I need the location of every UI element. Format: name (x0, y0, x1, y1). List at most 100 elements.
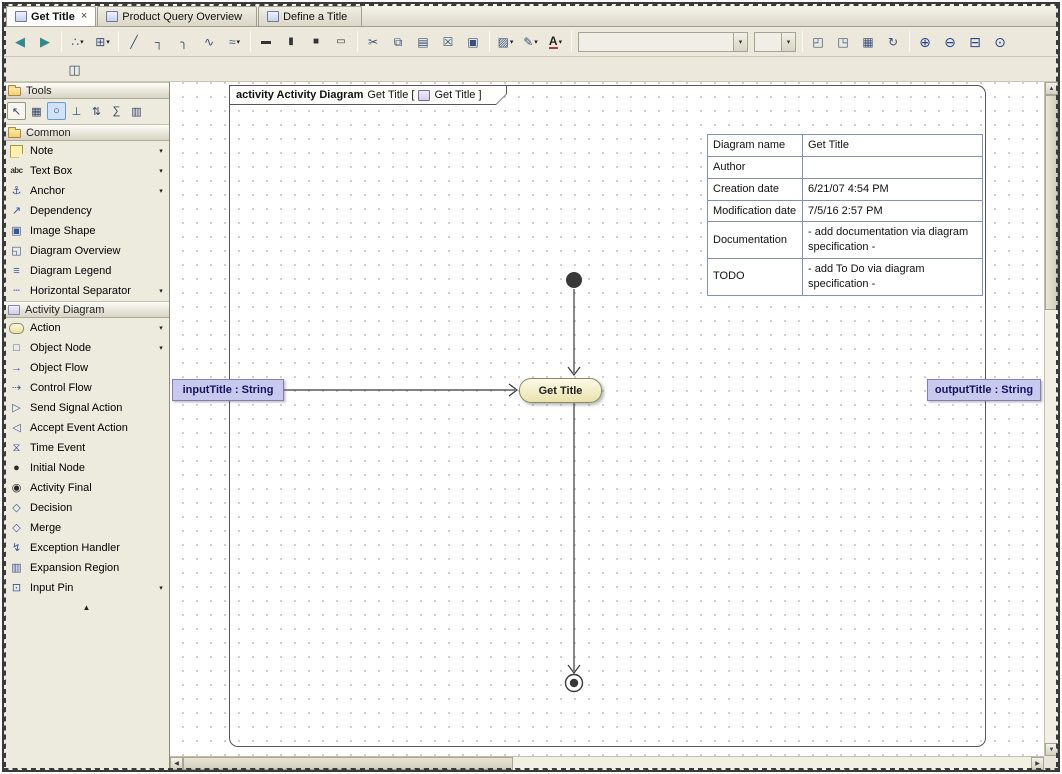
rectilinear-path-button[interactable]: ┐ (148, 30, 171, 53)
palette-item-send-signal-action[interactable]: ▷ Send Signal Action (4, 398, 169, 418)
activity-parameter-output-title[interactable]: outputTitle : String (927, 379, 1041, 401)
diagram-canvas[interactable]: activity Activity Diagram Get Title [ Ge… (170, 82, 1044, 756)
palette-item-label: Accept Event Action (30, 422, 150, 434)
palette-item-icon: ▣ (9, 226, 24, 237)
palette-item-merge[interactable]: ◇ Merge (4, 518, 169, 538)
palette-section-activity-diagram[interactable]: Activity Diagram (4, 301, 169, 318)
tab-close-icon[interactable]: × (81, 11, 87, 22)
button-icon: ◰ (812, 36, 823, 48)
make-same-size-button[interactable]: ■ (305, 30, 328, 53)
diagram-properties-combobox[interactable]: ▾ (578, 32, 748, 52)
palette-item-note[interactable]: Note ▾ (4, 141, 169, 161)
zoom-actual-button[interactable]: ⊙ (989, 30, 1012, 53)
zoom-out-button[interactable]: ⊖ (939, 30, 962, 53)
palette-item-icon (9, 323, 24, 334)
action-get-title[interactable]: Get Title (519, 378, 602, 403)
tab-product-query-overview[interactable]: Product Query Overview (97, 6, 257, 26)
chevron-down-icon[interactable]: ▾ (733, 33, 747, 51)
control-flow-initial-to-action[interactable] (568, 289, 580, 375)
align-tool-button[interactable]: ⇅ (87, 102, 106, 120)
control-flow-action-to-final[interactable] (568, 403, 580, 673)
vertical-scrollbar[interactable]: ▲ ▼ (1044, 82, 1058, 756)
button-icon: ⊖ (944, 35, 956, 49)
magnet-tool-button[interactable]: ⊥ (67, 102, 86, 120)
back-button[interactable]: ◀ (9, 30, 32, 53)
copy-button[interactable]: ⧉ (387, 30, 410, 53)
line-color-button[interactable]: ✎▾ (519, 30, 542, 53)
cut-button[interactable]: ✂ (362, 30, 385, 53)
horizontal-scrollbar[interactable]: ◀ ▶ (170, 756, 1044, 770)
environment-combobox[interactable]: ▾ (754, 32, 796, 52)
toolbar-left-group: ◀ ▶ ∴▾ ⊞▾ ╱ ┐ ╮ ∿ (8, 27, 575, 56)
palette-item-anchor[interactable]: ⚓ Anchor ▾ (4, 181, 169, 201)
zoom-in-button[interactable]: ⊕ (914, 30, 937, 53)
horizontal-scroll-thumb[interactable] (183, 757, 513, 770)
initial-node[interactable] (566, 272, 582, 288)
object-flow-input-to-action[interactable] (284, 384, 517, 396)
palette-item-expansion-region[interactable]: ▥ Expansion Region (4, 558, 169, 578)
select-tool-button[interactable]: ↖ (7, 102, 26, 120)
palette-item-text-box[interactable]: abc Text Box ▾ (4, 161, 169, 181)
palette-item-image-shape[interactable]: ▣ Image Shape (4, 221, 169, 241)
diagram-tree-button[interactable]: ◫ (63, 58, 86, 81)
palette-item-action[interactable]: Action ▾ (4, 318, 169, 338)
forward-button[interactable]: ▶ (34, 30, 57, 53)
layout-hierarchic-button[interactable]: ∴▾ (66, 30, 89, 53)
font-color-button[interactable]: A▾ (544, 30, 567, 53)
refresh-diagram-button[interactable]: ↻ (882, 30, 905, 53)
chevron-down-icon[interactable]: ▾ (781, 33, 795, 51)
rounded-path-button[interactable]: ╮ (173, 30, 196, 53)
bezier-path-button[interactable]: ∿ (198, 30, 221, 53)
swimlane-tool-button[interactable]: ▥ (127, 102, 146, 120)
activity-parameter-input-title[interactable]: inputTitle : String (172, 379, 284, 401)
chevron-down-icon: ▾ (237, 38, 241, 46)
palette-item-accept-event-action[interactable]: ◁ Accept Event Action (4, 418, 169, 438)
delete-button[interactable]: ☒ (437, 30, 460, 53)
palette-item-exception-handler[interactable]: ↯ Exception Handler (4, 538, 169, 558)
spline-path-button[interactable]: ≈▾ (223, 30, 246, 53)
palette-item-decision[interactable]: ◇ Decision (4, 498, 169, 518)
shape-tool-button[interactable]: ▦ (27, 102, 46, 120)
scroll-left-button[interactable]: ◀ (170, 757, 183, 770)
paste-button[interactable]: ▤ (412, 30, 435, 53)
palette-item-initial-node[interactable]: ● Initial Node (4, 458, 169, 478)
send-to-back-button[interactable]: ◳ (832, 30, 855, 53)
oval-shape-tool-button[interactable]: ○ (47, 102, 66, 120)
palette-item-object-node[interactable]: □ Object Node ▾ (4, 338, 169, 358)
distribute-tool-button[interactable]: ∑ (107, 102, 126, 120)
palette-tool-row: ↖▦○⊥⇅∑▥ (4, 99, 169, 124)
layout-orthogonal-button[interactable]: ⊞▾ (91, 30, 114, 53)
palette-item-time-event[interactable]: ⧖ Time Event (4, 438, 169, 458)
bring-to-front-button[interactable]: ◰ (807, 30, 830, 53)
button-icon: ⧉ (394, 36, 403, 48)
palette-section-common[interactable]: Common (4, 124, 169, 141)
palette-section-tools[interactable]: Tools (4, 82, 169, 99)
palette-item-object-flow[interactable]: → Object Flow (4, 358, 169, 378)
palette-item-control-flow[interactable]: ⇢ Control Flow (4, 378, 169, 398)
palette-item-input-pin[interactable]: ⊡ Input Pin ▾ (4, 578, 169, 598)
palette-section-label: Common (26, 127, 71, 139)
fill-color-button[interactable]: ▨▾ (494, 30, 517, 53)
button-icon: ▨ (498, 36, 509, 48)
scroll-right-button[interactable]: ▶ (1031, 757, 1044, 770)
autosize-button[interactable]: ▭ (330, 30, 353, 53)
scroll-up-button[interactable]: ▲ (1045, 82, 1058, 95)
palette-item-horizontal-separator[interactable]: ┄ Horizontal Separator ▾ (4, 281, 169, 301)
vertical-scroll-thumb[interactable] (1045, 95, 1058, 310)
palette-item-label: Exception Handler (30, 542, 150, 554)
paste-with-style-button[interactable]: ▣ (462, 30, 485, 53)
tab-define-a-title[interactable]: Define a Title (258, 6, 362, 26)
zoom-fit-button[interactable]: ⊟ (964, 30, 987, 53)
palette-item-diagram-overview[interactable]: ◱ Diagram Overview (4, 241, 169, 261)
palette-item-dependency[interactable]: ↗ Dependency (4, 201, 169, 221)
edit-compartments-button[interactable]: ▦ (857, 30, 880, 53)
make-same-height-button[interactable]: ▮ (280, 30, 303, 53)
palette-item-diagram-legend[interactable]: ≡ Diagram Legend (4, 261, 169, 281)
palette-item-activity-final[interactable]: ◉ Activity Final (4, 478, 169, 498)
palette-scroll-up-button[interactable]: ▲ (4, 598, 169, 617)
make-same-width-button[interactable]: ▬ (255, 30, 278, 53)
activity-final-node[interactable] (566, 675, 583, 692)
tab-get-title[interactable]: Get Title × (6, 6, 96, 26)
oblique-path-button[interactable]: ╱ (123, 30, 146, 53)
scroll-down-button[interactable]: ▼ (1045, 743, 1058, 756)
